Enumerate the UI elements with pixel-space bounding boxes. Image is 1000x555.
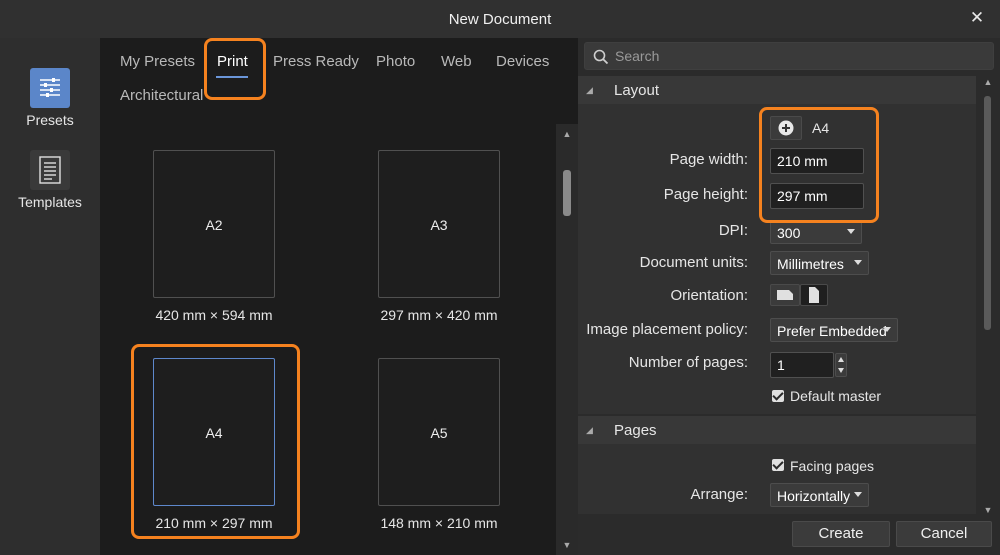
tab-photo[interactable]: Photo: [376, 53, 415, 70]
preset-tabs: My Presets Print Press Ready Photo Web D…: [100, 38, 578, 122]
orientation-landscape-button[interactable]: [770, 284, 800, 306]
scroll-up-icon[interactable]: ▲: [556, 128, 578, 140]
facing-pages-label: Facing pages: [790, 458, 875, 474]
section-title: Pages: [614, 422, 657, 439]
search-input[interactable]: [615, 46, 985, 66]
preset-card: A4: [153, 358, 275, 506]
preset-gallery: My Presets Print Press Ready Photo Web D…: [100, 38, 578, 555]
page-height-input[interactable]: [771, 184, 863, 208]
tab-devices[interactable]: Devices: [496, 53, 549, 70]
scroll-down-icon[interactable]: ▼: [556, 539, 578, 551]
preset-name: A5: [430, 425, 448, 441]
document-units-dropdown[interactable]: Millimetres: [770, 251, 869, 275]
pages-section-header[interactable]: ◢ Pages: [578, 416, 976, 444]
settings-scrollbar[interactable]: ▲ ▼: [980, 76, 996, 516]
portrait-page-icon: [809, 287, 819, 303]
page-width-label: Page width:: [669, 151, 748, 168]
page-height-label: Page height:: [663, 186, 748, 203]
preset-card: A2: [153, 150, 275, 298]
pages-stepper[interactable]: [835, 353, 847, 377]
preset-name: A3: [430, 217, 448, 233]
image-placement-label: Image placement policy:: [586, 321, 748, 338]
close-icon[interactable]: ✕: [968, 9, 986, 27]
preset-size: 420 mm × 594 mm: [155, 307, 273, 323]
landscape-page-icon: [777, 290, 793, 300]
preset-size: 148 mm × 210 mm: [380, 515, 498, 531]
add-preset-button[interactable]: [770, 116, 802, 140]
dpi-dropdown[interactable]: 300: [770, 220, 862, 244]
preset-card: A5: [378, 358, 500, 506]
tab-press-ready[interactable]: Press Ready: [273, 53, 359, 70]
dpi-value: 300: [777, 225, 801, 241]
search-box[interactable]: [584, 42, 994, 70]
search-icon: [593, 49, 609, 65]
sidebar-item-label: Templates: [18, 194, 82, 210]
tab-my-presets[interactable]: My Presets: [120, 53, 195, 70]
sidebar-item-label: Presets: [26, 112, 74, 128]
scroll-up-icon[interactable]: ▲: [980, 76, 996, 88]
tab-architectural[interactable]: Architectural: [120, 87, 203, 104]
chevron-down-icon: [847, 229, 855, 234]
chevron-down-icon: [854, 492, 862, 497]
gallery-scrollbar[interactable]: ▲ ▼: [556, 124, 578, 555]
active-tab-indicator: [216, 76, 248, 78]
document-units-label: Document units:: [639, 254, 748, 271]
number-of-pages-label: Number of pages:: [628, 354, 748, 371]
create-button[interactable]: Create: [792, 521, 890, 547]
sidebar-item-templates[interactable]: Templates: [0, 150, 100, 210]
dpi-label: DPI:: [718, 222, 748, 239]
stepper-down-icon[interactable]: [838, 368, 844, 373]
page-height-field[interactable]: [770, 183, 864, 209]
left-sidebar: Presets Templates: [0, 38, 100, 555]
stepper-up-icon[interactable]: [838, 357, 844, 362]
section-title: Layout: [614, 82, 660, 99]
preset-size: 210 mm × 297 mm: [155, 515, 273, 531]
window-title: New Document: [448, 11, 552, 28]
preset-card: A3: [378, 150, 500, 298]
document-settings-panel: ◢ Layout A4 Page width: Page height: DPI…: [578, 38, 1000, 555]
scroll-down-icon[interactable]: ▼: [980, 504, 996, 516]
preset-size: 297 mm × 420 mm: [380, 307, 498, 323]
default-master-checkbox[interactable]: [772, 390, 784, 402]
facing-pages-checkbox[interactable]: [772, 459, 784, 471]
orientation-label: Orientation:: [670, 287, 748, 304]
chevron-down-icon: [883, 327, 891, 332]
sliders-icon: [30, 68, 70, 108]
scroll-thumb[interactable]: [563, 170, 571, 216]
chevron-down-icon: [854, 260, 862, 265]
arrange-value: Horizontally: [777, 488, 851, 504]
arrange-dropdown[interactable]: Horizontally: [770, 483, 869, 507]
number-of-pages-field[interactable]: [770, 352, 834, 378]
collapse-triangle-icon: ◢: [586, 85, 593, 95]
title-bar: New Document ✕: [0, 0, 1000, 38]
page-width-field[interactable]: [770, 148, 864, 174]
page-width-input[interactable]: [771, 149, 863, 173]
preset-name: A2: [205, 217, 223, 233]
preset-name: A4: [205, 425, 223, 441]
default-master-label: Default master: [790, 388, 882, 404]
layout-section-body: A4 Page width: Page height: DPI: 300 Doc…: [578, 104, 976, 414]
orientation-portrait-button[interactable]: [800, 284, 828, 306]
pages-section-body: Facing pages Arrange: Horizontally: [578, 444, 976, 514]
placement-value: Prefer Embedded: [777, 323, 887, 339]
preset-name-label: A4: [812, 120, 830, 136]
plus-circle-icon: [778, 120, 794, 136]
sidebar-item-presets[interactable]: Presets: [0, 68, 100, 128]
collapse-triangle-icon: ◢: [586, 425, 593, 435]
tab-print[interactable]: Print: [217, 53, 248, 70]
arrange-label: Arrange:: [690, 486, 748, 503]
units-value: Millimetres: [777, 256, 844, 272]
image-placement-dropdown[interactable]: Prefer Embedded: [770, 318, 898, 342]
document-icon: [30, 150, 70, 190]
cancel-button[interactable]: Cancel: [896, 521, 992, 547]
layout-section-header[interactable]: ◢ Layout: [578, 76, 976, 104]
number-of-pages-input[interactable]: [771, 353, 833, 377]
scroll-thumb[interactable]: [984, 96, 991, 330]
tab-web[interactable]: Web: [441, 53, 472, 70]
